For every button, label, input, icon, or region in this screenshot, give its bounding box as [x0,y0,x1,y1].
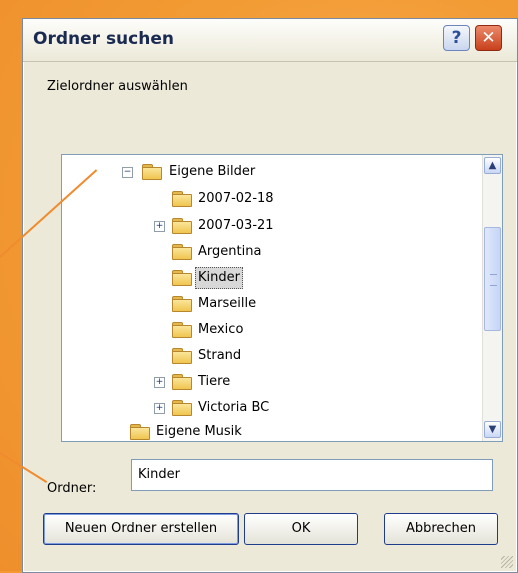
tree-item-victoria-bc[interactable]: + Victoria BC [62,397,482,419]
tree-item-2007-03-21[interactable]: + 2007-03-21 [62,215,482,237]
folder-icon [172,348,192,364]
folder-name-input[interactable]: Kinder [131,459,493,491]
tree-item-argentina[interactable]: Argentina [62,241,482,263]
folder-icon [172,191,192,207]
expand-icon[interactable]: + [154,403,165,414]
help-button[interactable]: ? [443,25,470,51]
folder-icon [172,218,192,234]
folder-icon [172,270,192,286]
tree-item-strand[interactable]: Strand [62,345,482,367]
close-button[interactable]: ✕ [475,25,502,51]
scroll-up-icon[interactable]: ▲ [484,157,501,174]
tree-item-label: 2007-02-18 [198,191,274,206]
folder-field-label: Ordner: [47,481,97,496]
vertical-scrollbar[interactable]: ▲ ▼ [482,155,502,441]
tree-item-label: Marseille [198,296,257,311]
music-folder-icon [130,424,150,440]
tree-item-label: Victoria BC [198,400,270,415]
tree-item-label: 2007-03-21 [198,218,274,233]
tree-item-label: Mexico [198,322,244,337]
tree-item-label-selected: Kinder [195,267,243,289]
collapse-icon[interactable]: − [122,167,133,178]
tree-item-eigene-musik[interactable]: Eigene Musik [62,421,482,441]
cancel-button[interactable]: Abbrechen [384,513,498,545]
new-folder-button[interactable]: Neuen Ordner erstellen [43,513,239,545]
expand-icon[interactable]: + [154,221,165,232]
browse-folder-dialog: Ordner suchen ? ✕ Zielordner auswählen −… [22,18,518,573]
tree-item-mexico[interactable]: Mexico [62,319,482,341]
folder-icon [172,322,192,338]
tree-item-tiere[interactable]: + Tiere [62,371,482,393]
tree-item-label: Eigene Bilder [169,164,256,179]
title-bar[interactable]: Ordner suchen ? ✕ [23,19,517,62]
tree-item-marseille[interactable]: Marseille [62,293,482,315]
tree-item-label: Argentina [198,244,262,259]
tree-item-label: Tiere [198,374,231,389]
folder-icon [172,296,192,312]
folder-tree[interactable]: − Eigene Bilder 2007-02-18 + 2007-03-21 … [61,154,503,442]
dialog-title: Ordner suchen [33,29,174,49]
folder-icon [172,244,192,260]
pictures-folder-icon [142,164,162,180]
tree-item-label: Strand [198,348,242,363]
ok-button[interactable]: OK [244,513,358,545]
scroll-thumb[interactable] [484,227,501,331]
expand-icon[interactable]: + [154,377,165,388]
folder-icon [172,374,192,390]
folder-icon [172,400,192,416]
tree-item-label: Eigene Musik [156,424,242,439]
tree-item-2007-02-18[interactable]: 2007-02-18 [62,188,482,210]
grip-icon [490,274,497,286]
instruction-text: Zielordner auswählen [47,79,188,94]
tree-item-eigene-bilder[interactable]: − Eigene Bilder [62,161,482,183]
resize-grip-icon[interactable] [501,556,513,568]
tree-item-kinder[interactable]: Kinder [62,267,482,289]
scroll-down-icon[interactable]: ▼ [484,421,501,438]
